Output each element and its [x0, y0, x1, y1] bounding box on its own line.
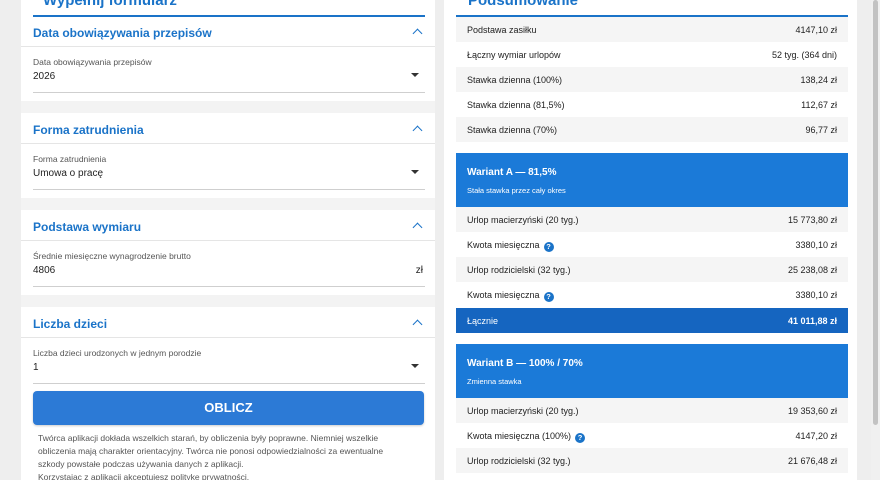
dropdown-caret-icon[interactable] — [411, 170, 419, 174]
help-icon[interactable]: ? — [543, 242, 554, 252]
field-label: Średnie miesięczne wynagrodzenie brutto — [33, 251, 191, 261]
row-value: 21 676,48 zł — [787, 456, 837, 466]
row-value: 112,67 zł — [801, 100, 837, 110]
field-value: 1 — [33, 362, 39, 373]
chevron-up-icon[interactable] — [412, 125, 423, 136]
section-header[interactable]: Data obowiązywania przepisów — [33, 20, 425, 46]
row-value: 3380,10 zł — [795, 290, 837, 300]
row-value: 4147,10 zł — [795, 25, 837, 35]
gross-salary-input[interactable]: Średnie miesięczne wynagrodzenie brutto … — [33, 251, 425, 287]
dropdown-caret-icon[interactable] — [411, 364, 419, 368]
currency-suffix: zł — [415, 265, 423, 276]
help-icon[interactable]: ? — [575, 433, 586, 443]
children-count-select[interactable]: Liczba dzieci urodzonych w jednym porodz… — [33, 348, 425, 384]
calculate-button[interactable]: OBLICZ — [33, 391, 424, 425]
total-label: Łącznie — [467, 316, 499, 326]
row-label: Urlop rodzicielski (32 tyg.) — [467, 265, 571, 275]
divider — [21, 337, 435, 338]
variant-b-row: Urlop macierzyński (20 tyg.) 19 353,60 z… — [456, 398, 848, 423]
privacy-policy-link[interactable]: Korzystając z aplikacji akceptujesz poli… — [38, 471, 408, 480]
row-value: 96,77 zł — [805, 125, 837, 135]
disclaimer-line: Twórca aplikacji dokłada wszelkich stara… — [38, 433, 379, 443]
field-label: Data obowiązywania przepisów — [33, 57, 152, 67]
row-value: 15 773,80 zł — [787, 215, 837, 225]
variant-a-row: Urlop rodzicielski (32 tyg.) 25 238,08 z… — [456, 257, 848, 282]
row-value: 4147,20 zł — [795, 431, 837, 441]
variant-subtitle: Zmienna stawka — [467, 377, 522, 386]
form-title-underline — [33, 15, 425, 17]
help-icon[interactable]: ? — [543, 292, 554, 302]
row-value: 3380,10 zł — [795, 240, 837, 250]
variant-title: Wariant B — 100% / 70% — [467, 358, 583, 369]
row-label-text: Kwota miesięczna (100%) — [467, 431, 572, 441]
row-label-text: Kwota miesięczna — [467, 290, 540, 300]
variant-b-row: Kwota miesięczna (100%)? 4147,20 zł — [456, 423, 848, 448]
regulations-date-select[interactable]: Data obowiązywania przepisów 2026 — [33, 57, 425, 93]
disclaimer: Twórca aplikacji dokłada wszelkich stara… — [38, 432, 408, 480]
field-label: Forma zatrudnienia — [33, 154, 107, 164]
field-value[interactable]: 4806 — [33, 265, 55, 276]
variant-subtitle: Stała stawka przez cały okres — [467, 186, 566, 195]
variant-a-row: Kwota miesięczna? 3380,10 zł — [456, 282, 848, 307]
variant-a-row: Kwota miesięczna? 3380,10 zł — [456, 232, 848, 257]
divider — [21, 143, 435, 144]
field-value: Umowa o pracę — [33, 168, 104, 179]
row-label: Stawka dzienna (100%) — [467, 75, 563, 85]
disclaimer-line: szkody powstałe podczas używania danych … — [38, 459, 244, 469]
row-label: Urlop macierzyński (20 tyg.) — [467, 215, 579, 225]
variant-a-total: Łącznie 41 011,88 zł — [456, 308, 848, 333]
row-label: Urlop macierzyński (20 tyg.) — [467, 406, 579, 416]
divider — [21, 46, 435, 47]
row-label: Urlop rodzicielski (32 tyg.) — [467, 456, 571, 466]
variant-a-header: Wariant A — 81,5% Stała stawka przez cał… — [456, 153, 848, 207]
employment-form-select[interactable]: Forma zatrudnienia Umowa o pracę — [33, 154, 425, 190]
section-header[interactable]: Podstawa wymiaru — [33, 214, 425, 240]
summary-row: Podstawa zasiłku 4147,10 zł — [456, 17, 848, 42]
section-title: Podstawa wymiaru — [33, 220, 142, 234]
variant-b-row: Urlop rodzicielski (32 tyg.) 21 676,48 z… — [456, 448, 848, 473]
summary-row: Stawka dzienna (100%) 138,24 zł — [456, 67, 848, 92]
section-gap — [21, 198, 435, 210]
summary-title: Podsumowanie — [468, 0, 579, 9]
summary-row: Stawka dzienna (81,5%) 112,67 zł — [456, 92, 848, 117]
row-label: Kwota miesięczna (100%)? — [467, 431, 586, 443]
total-value: 41 011,88 zł — [787, 316, 837, 326]
summary-row: Łączny wymiar urlopów 52 tyg. (364 dni) — [456, 42, 848, 67]
variant-b-header: Wariant B — 100% / 70% Zmienna stawka — [456, 344, 848, 398]
row-label: Stawka dzienna (70%) — [467, 125, 558, 135]
section-title: Liczba dzieci — [33, 317, 108, 331]
scrollbar-thumb[interactable] — [873, 0, 878, 425]
chevron-up-icon[interactable] — [412, 222, 423, 233]
row-value: 19 353,60 zł — [787, 406, 837, 416]
form-title: Wypełnij formularz — [43, 0, 177, 9]
field-value: 2026 — [33, 71, 56, 82]
row-value: 25 238,08 zł — [787, 265, 837, 275]
divider — [21, 240, 435, 241]
disclaimer-line: obliczenia mają charakter orientacyjny. … — [38, 446, 384, 456]
section-header[interactable]: Forma zatrudnienia — [33, 117, 425, 143]
summary-row: Stawka dzienna (70%) 96,77 zł — [456, 117, 848, 142]
field-label: Liczba dzieci urodzonych w jednym porodz… — [33, 348, 202, 358]
row-label: Podstawa zasiłku — [467, 25, 537, 35]
section-header[interactable]: Liczba dzieci — [33, 311, 425, 337]
section-title: Data obowiązywania przepisów — [33, 26, 212, 40]
section-title: Forma zatrudnienia — [33, 123, 144, 137]
chevron-up-icon[interactable] — [412, 319, 423, 330]
row-value: 138,24 zł — [800, 75, 837, 85]
section-gap — [21, 295, 435, 307]
row-label-text: Kwota miesięczna — [467, 240, 540, 250]
dropdown-caret-icon[interactable] — [411, 73, 419, 77]
row-label: Łączny wymiar urlopów — [467, 50, 561, 60]
row-label: Kwota miesięczna? — [467, 240, 554, 252]
row-value: 52 tyg. (364 dni) — [771, 50, 837, 60]
chevron-up-icon[interactable] — [412, 28, 423, 39]
row-label: Kwota miesięczna? — [467, 290, 554, 302]
section-gap — [21, 101, 435, 113]
variant-title: Wariant A — 81,5% — [467, 167, 557, 178]
row-label: Stawka dzienna (81,5%) — [467, 100, 565, 110]
variant-a-row: Urlop macierzyński (20 tyg.) 15 773,80 z… — [456, 207, 848, 232]
summary-panel: Podsumowanie Podstawa zasiłku 4147,10 zł… — [444, 0, 857, 480]
